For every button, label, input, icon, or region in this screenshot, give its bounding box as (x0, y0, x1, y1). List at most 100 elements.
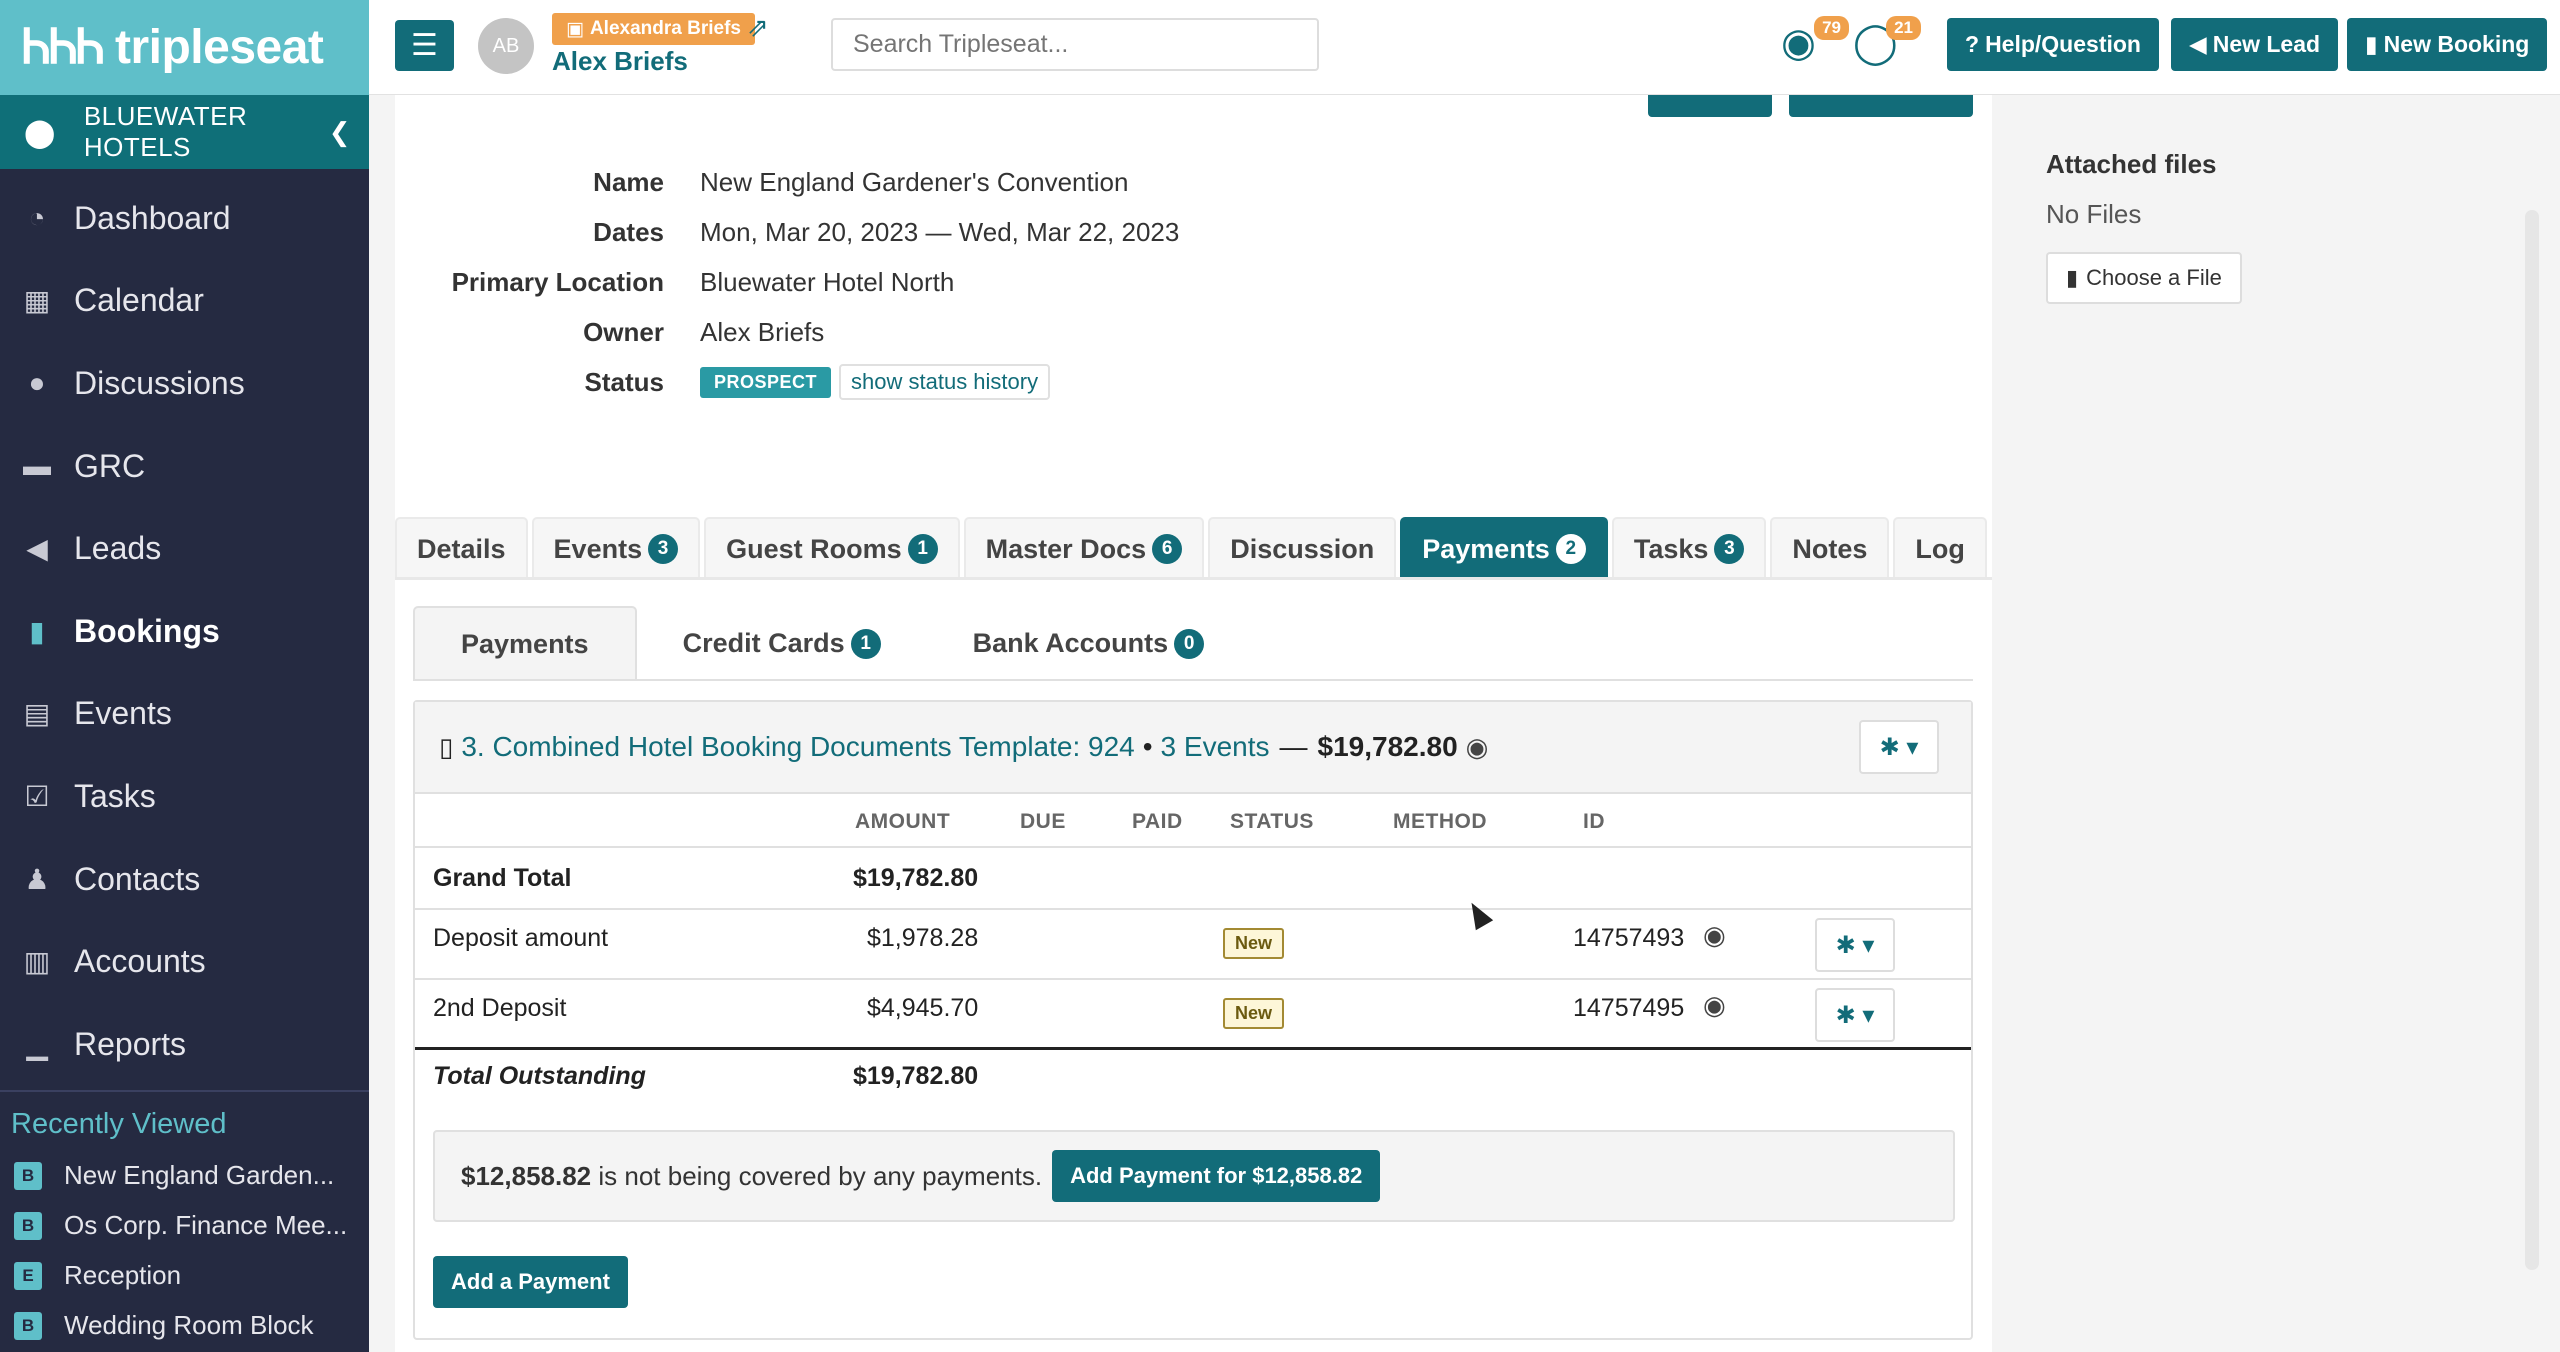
tab-master-docs[interactable]: Master Docs 6 (963, 517, 1205, 579)
menu-toggle-button[interactable]: ☰ (395, 20, 454, 71)
booking-name: New England Gardener's Convention (700, 166, 1129, 197)
scrollbar[interactable] (2525, 210, 2539, 1270)
new-lead-label: New Lead (2212, 31, 2321, 57)
users-icon: ♟ (24, 863, 50, 895)
tab-label: Guest Rooms (726, 533, 902, 564)
events-link[interactable]: 3 Events (1161, 731, 1270, 763)
table-row: Deposit amount $1,978.28 New 14757493 ◉ … (415, 910, 1971, 980)
subtab-payments[interactable]: Payments (413, 606, 637, 681)
booking-tag: B (14, 1161, 42, 1190)
document-link[interactable]: 3. Combined Hotel Booking Documents Temp… (461, 731, 1134, 763)
tab-tasks[interactable]: Tasks 3 (1611, 517, 1767, 579)
sidebar-item-leads[interactable]: ◀ Leads (0, 507, 369, 590)
payments-panel: ▯ 3. Combined Hotel Booking Documents Te… (413, 700, 1973, 1340)
row-settings-button[interactable]: ✱ ▾ (1815, 918, 1895, 972)
search-input[interactable] (831, 18, 1319, 71)
globe-notifications[interactable]: ◉ 79 (1781, 16, 1849, 76)
tab-notes[interactable]: Notes (1770, 517, 1890, 579)
subtab-credit-cards[interactable]: Credit Cards 1 (637, 606, 927, 681)
globe-icon: ◉ (1781, 21, 1816, 65)
row-settings-button[interactable]: ✱ ▾ (1815, 988, 1895, 1042)
help-button[interactable]: ? Help/Question (1947, 18, 2159, 71)
total-outstanding-row: Total Outstanding $19,782.80 (415, 1050, 1971, 1100)
eye-icon[interactable]: ◉ (1703, 990, 1726, 1021)
eye-icon[interactable]: ◉ (1466, 732, 1489, 763)
chat-notifications[interactable]: ◯ 21 (1853, 16, 1921, 76)
status-badge: New (1223, 928, 1285, 959)
notification-count: 79 (1814, 16, 1849, 40)
payment-subtabs: Payments Credit Cards 1 Bank Accounts 0 (413, 606, 1250, 681)
tab-log[interactable]: Log (1893, 517, 1987, 579)
uncovered-amount: $12,858.82 (461, 1160, 592, 1191)
sidebar-item-label: Tasks (74, 777, 156, 814)
tab-events[interactable]: Events 3 (531, 517, 701, 579)
sidebar: ᏂᏂᏂ tripleseat ⬤ BLUEWATER HOTELS ❮ ◔ Das… (0, 0, 369, 1352)
bookmark-icon: ▮ (2365, 31, 2378, 57)
subtab-label: Payments (461, 629, 589, 659)
subtab-label: Bank Accounts (972, 628, 1169, 658)
building-icon: ▥ (23, 946, 51, 978)
tab-guest-rooms[interactable]: Guest Rooms 1 (704, 517, 960, 579)
column-header: PAID (1132, 810, 1183, 833)
user-name[interactable]: Alex Briefs (552, 46, 688, 77)
eye-icon[interactable]: ◉ (1703, 920, 1726, 951)
tab-details[interactable]: Details (395, 517, 528, 579)
choose-file-button[interactable]: ▮ Choose a File (2046, 252, 2242, 304)
recent-item[interactable]: B Wedding Room Block (0, 1301, 369, 1351)
sidebar-item-label: GRC (74, 447, 146, 484)
separator: — (1279, 731, 1308, 762)
document-settings-button[interactable]: ✱ ▾ (1859, 720, 1939, 774)
booking-location-row: Primary Location Bluewater Hotel North (395, 257, 1395, 307)
impersonation-name: Alexandra Briefs (589, 18, 741, 39)
comment-icon: ● (28, 367, 46, 399)
recent-item[interactable]: E Reception (0, 1251, 369, 1301)
add-payment-button[interactable]: Add a Payment (433, 1256, 628, 1308)
sidebar-item-calendar[interactable]: ▦ Calendar (0, 260, 369, 343)
sidebar-item-bookings[interactable]: ▮ Bookings (0, 590, 369, 673)
new-booking-button[interactable]: ▮ New Booking (2347, 18, 2548, 71)
sidebar-item-discussions[interactable]: ● Discussions (0, 342, 369, 425)
tab-label: Discussion (1230, 533, 1375, 564)
tab-label: Tasks (1633, 533, 1709, 564)
tab-label: Events (553, 533, 643, 564)
impersonation-badge[interactable]: ▣ Alexandra Briefs (552, 13, 755, 45)
sidebar-item-label: Reports (74, 1025, 187, 1062)
actions-button[interactable] (1789, 95, 1973, 117)
add-payment-for-button[interactable]: Add Payment for $12,858.82 (1052, 1150, 1381, 1202)
external-link-icon[interactable]: ⇗ (747, 12, 769, 43)
new-lead-button[interactable]: ◀ New Lead (2171, 18, 2339, 71)
company-switcher[interactable]: ⬤ BLUEWATER HOTELS ❮ (0, 95, 369, 169)
tab-payments[interactable]: Payments 2 (1400, 517, 1608, 579)
edit-button[interactable] (1648, 95, 1772, 117)
show-status-history-link[interactable]: show status history (839, 364, 1051, 400)
company-name: BLUEWATER HOTELS (83, 101, 248, 162)
lock-icon: ▣ (566, 18, 584, 40)
field-label: Name (593, 166, 664, 197)
field-label: Owner (583, 316, 664, 347)
sidebar-item-dashboard[interactable]: ◔ Dashboard (0, 177, 369, 260)
tripleseat-logo-icon: ᏂᏂᏂ (22, 19, 105, 75)
chevron-left-icon[interactable]: ❮ (329, 117, 351, 148)
recent-item[interactable]: B Os Corp. Finance Mee... (0, 1201, 369, 1251)
booking-dates-row: Dates Mon, Mar 20, 2023 — Wed, Mar 22, 20… (395, 207, 1395, 257)
recent-item[interactable]: B New England Garden... (0, 1151, 369, 1201)
checkbox-icon: ☑ (24, 780, 50, 812)
subtab-bank-accounts[interactable]: Bank Accounts 0 (927, 606, 1251, 681)
sidebar-item-tasks[interactable]: ☑ Tasks (0, 755, 369, 838)
sidebar-item-contacts[interactable]: ♟ Contacts (0, 838, 369, 921)
question-icon: ? (1965, 31, 1980, 57)
document-total: $19,782.80 (1317, 731, 1458, 762)
tab-discussion[interactable]: Discussion (1208, 517, 1397, 579)
calendar-icon: ▦ (23, 285, 51, 317)
sidebar-item-events[interactable]: ▤ Events (0, 673, 369, 756)
sidebar-nav: ◔ Dashboard ▦ Calendar ● Discussions ▬ GRC ◀… (0, 169, 369, 1086)
sidebar-item-accounts[interactable]: ▥ Accounts (0, 920, 369, 1003)
sidebar-item-reports[interactable]: ▁ Reports (0, 1003, 369, 1086)
avatar[interactable]: AB (478, 18, 534, 74)
count-badge: 3 (648, 534, 679, 564)
logo[interactable]: ᏂᏂᏂ tripleseat (0, 0, 369, 95)
tab-label: Log (1915, 533, 1965, 564)
grand-total-label: Grand Total (433, 864, 572, 892)
sidebar-item-grc[interactable]: ▬ GRC (0, 425, 369, 508)
sidebar-item-label: Accounts (74, 943, 206, 980)
